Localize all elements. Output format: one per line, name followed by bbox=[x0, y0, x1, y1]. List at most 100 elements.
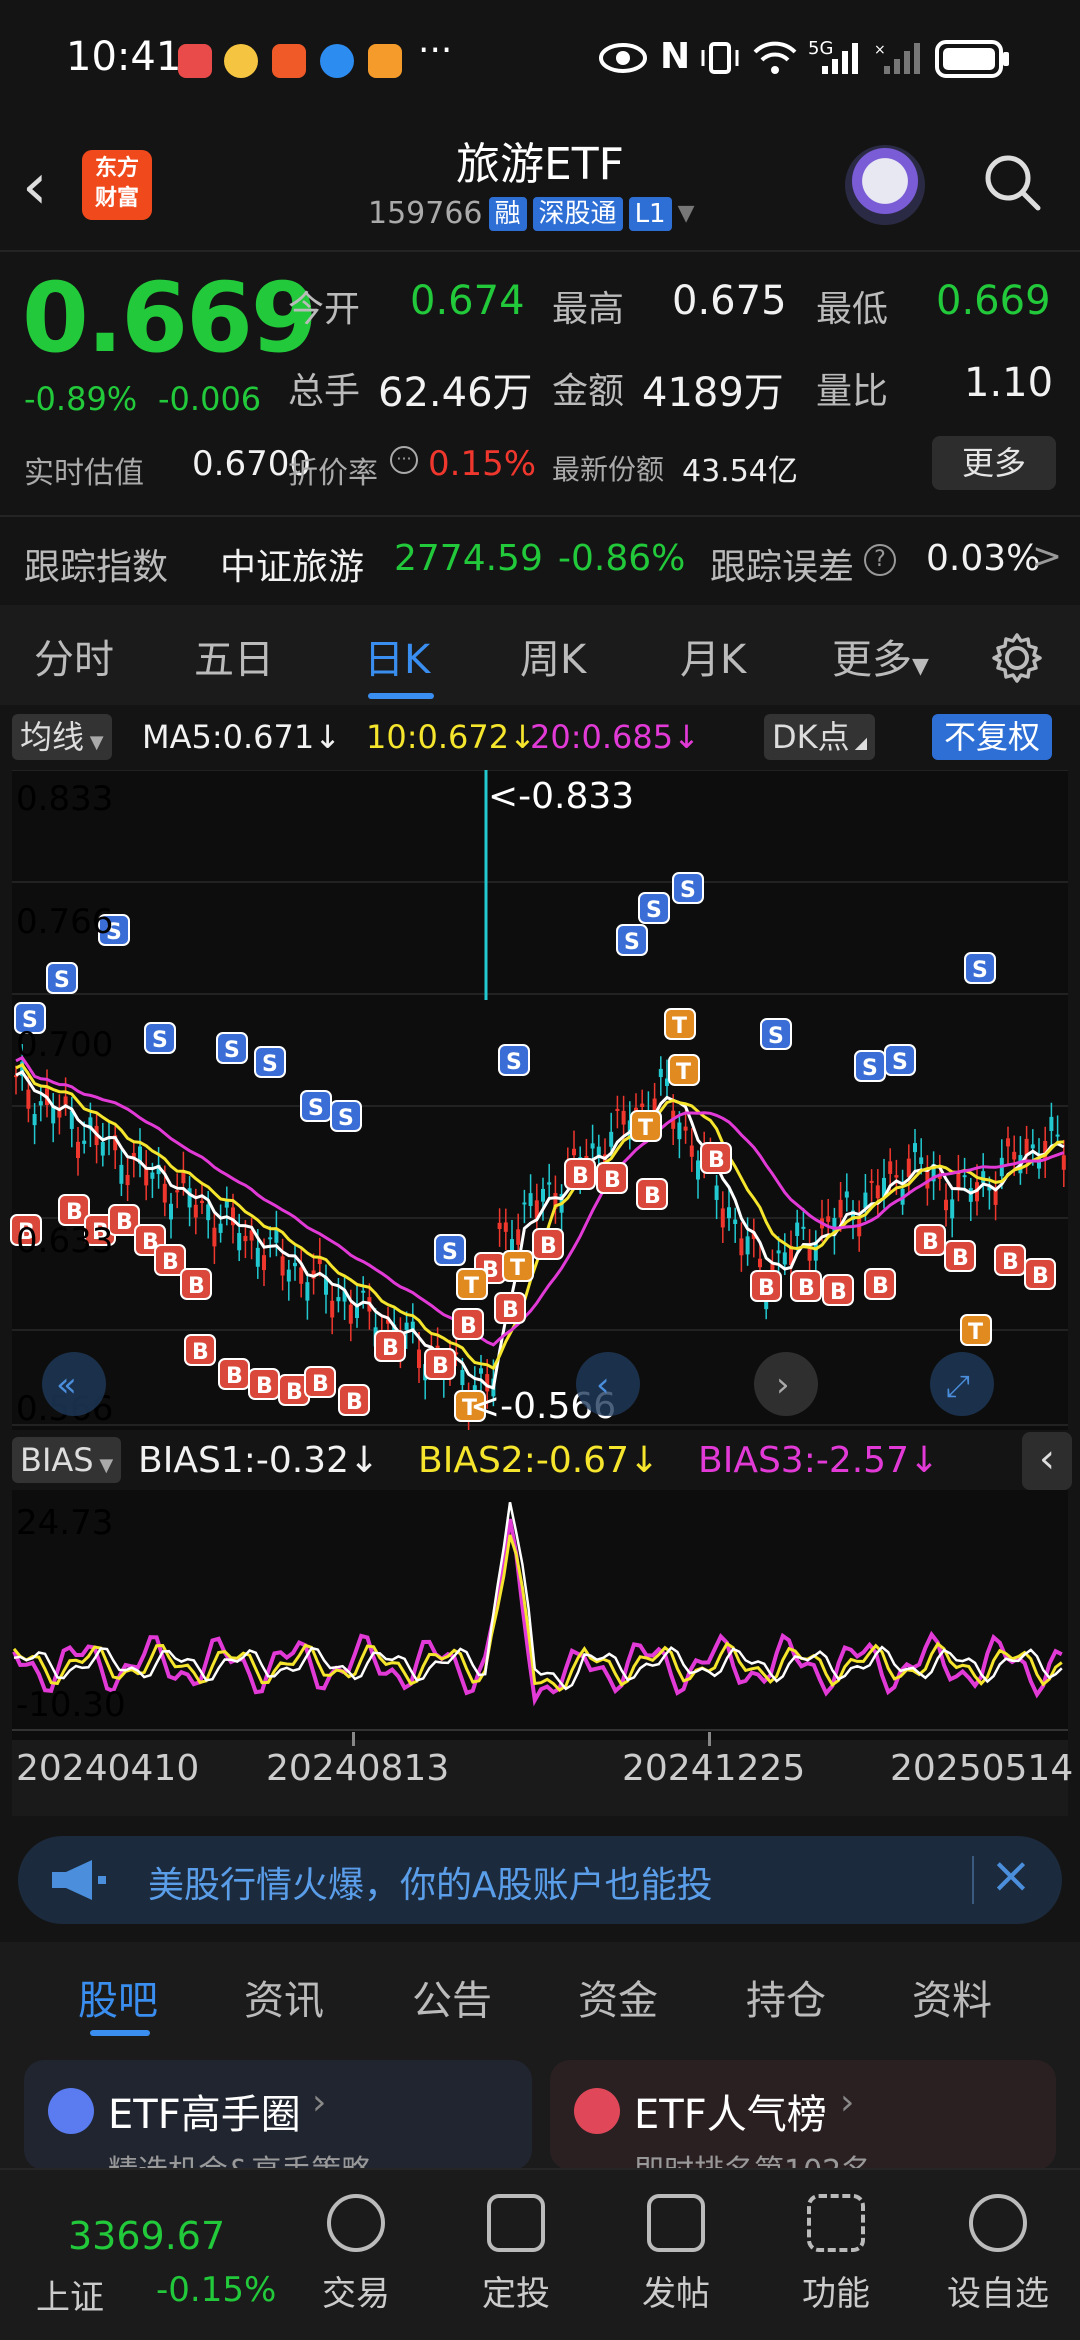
tab-weekly-k[interactable]: 周K bbox=[520, 627, 586, 685]
tab-more[interactable]: 更多▼ bbox=[832, 627, 929, 685]
status-bar: 10:41 ··· N 5G × bbox=[0, 0, 1080, 120]
info-icon[interactable]: ··· bbox=[390, 446, 418, 474]
axis-l3: 0.700 bbox=[16, 1025, 113, 1065]
nav-invest-plan[interactable]: 定投 bbox=[456, 2194, 576, 2315]
tab-news[interactable]: 资讯 bbox=[244, 1968, 324, 2026]
tab-five-day[interactable]: 五日 bbox=[194, 627, 274, 685]
battery-icon bbox=[935, 40, 1009, 78]
shares-value: 43.54亿 bbox=[682, 454, 798, 489]
max-tag: <-0.833 bbox=[488, 776, 634, 817]
kline-chart[interactable]: SSSS SSS SSSSSSSS SSBBB BBBBBB B B BBBBBBBBB BBB… bbox=[0, 770, 1080, 1430]
candle-body bbox=[795, 1222, 800, 1236]
candle-body bbox=[361, 1290, 366, 1293]
axis-l2: 0.766 bbox=[16, 902, 113, 942]
candle-body bbox=[330, 1300, 335, 1318]
candle-body bbox=[175, 1190, 180, 1193]
tab-holdings[interactable]: 持仓 bbox=[746, 1968, 826, 2026]
axis-top: 0.833 bbox=[16, 779, 113, 819]
signal-marker-label: B bbox=[188, 1274, 205, 1299]
tab-monthly-k[interactable]: 月K bbox=[680, 627, 746, 685]
nav-post[interactable]: 发帖 bbox=[616, 2194, 736, 2315]
candle-body bbox=[286, 1269, 291, 1282]
nav-add-watchlist[interactable]: 设自选 bbox=[938, 2194, 1058, 2315]
candle-body bbox=[268, 1237, 273, 1240]
card-etf-experts[interactable]: ETF高手圈 › 精选机会&高手策略 bbox=[24, 2060, 532, 2189]
search-icon[interactable] bbox=[980, 150, 1044, 214]
candle-body bbox=[76, 1141, 80, 1159]
index-name: 上证 bbox=[36, 2278, 104, 2318]
adjust-button[interactable]: 不复权 bbox=[932, 714, 1053, 760]
candle-body bbox=[590, 1143, 595, 1149]
stock-code-row[interactable]: 159766 融 深股通 L1 ▼ bbox=[368, 196, 695, 231]
tab-funds[interactable]: 资金 bbox=[578, 1968, 658, 2026]
signal-marker-label: B bbox=[1032, 1264, 1049, 1289]
tracking-row[interactable]: 跟踪指数 中证旅游 2774.59 -0.86% 跟踪误差 ? 0.03% > bbox=[0, 520, 1080, 604]
signal-marker-label: B bbox=[798, 1276, 815, 1301]
tab-forum[interactable]: 股吧 bbox=[78, 1968, 158, 2026]
candle-body bbox=[193, 1204, 198, 1218]
signal-marker-label: B bbox=[644, 1184, 661, 1209]
tab-announcements[interactable]: 公告 bbox=[412, 1968, 492, 2026]
nav-functions[interactable]: 功能 bbox=[776, 2194, 896, 2315]
candle-body bbox=[919, 1157, 924, 1164]
candle-body bbox=[169, 1203, 173, 1220]
signal-marker-label: S bbox=[262, 1052, 278, 1077]
card-etf-ranking[interactable]: ETF人气榜 › 即时排名第102名 bbox=[550, 2060, 1056, 2189]
index-value: 3369.67 bbox=[68, 2214, 226, 2258]
candle-body bbox=[528, 1193, 533, 1207]
signal-marker-label: B bbox=[162, 1250, 179, 1275]
high-label: 最高 bbox=[552, 289, 625, 330]
candle-body bbox=[1012, 1151, 1017, 1160]
tab-daily-k[interactable]: 日K bbox=[364, 627, 430, 685]
signal-marker-label: S bbox=[308, 1096, 324, 1121]
megaphone-icon bbox=[52, 1860, 106, 1900]
candle-body bbox=[541, 1188, 545, 1202]
shares-label: 最新份额 bbox=[552, 453, 665, 486]
candle-body bbox=[150, 1172, 155, 1179]
signal-marker-label: S bbox=[680, 878, 696, 903]
close-icon[interactable]: × bbox=[990, 1846, 1032, 1904]
eye-icon bbox=[599, 43, 647, 73]
collapse-button[interactable]: ‹ bbox=[1022, 1432, 1072, 1490]
candle-body bbox=[218, 1223, 223, 1233]
assistant-robot-icon[interactable] bbox=[845, 145, 925, 225]
candle-body bbox=[733, 1219, 738, 1225]
candle-body bbox=[243, 1235, 248, 1242]
candle-body bbox=[262, 1255, 266, 1271]
candle-body bbox=[206, 1204, 211, 1221]
candle-body bbox=[615, 1108, 620, 1111]
candle-body bbox=[758, 1258, 762, 1268]
gear-icon[interactable] bbox=[990, 631, 1044, 685]
promo-banner[interactable]: 美股行情火爆，你的A股账户也能投 × bbox=[18, 1836, 1062, 1924]
vol-ratio-value: 1.10 bbox=[964, 360, 1054, 406]
candle-body bbox=[683, 1126, 688, 1131]
discount-label: 折价率 bbox=[288, 456, 378, 491]
amount-value: 4189万 bbox=[642, 370, 784, 416]
chart-bg bbox=[12, 1490, 1068, 1740]
index-change: -0.15% bbox=[156, 2270, 277, 2310]
yen-icon bbox=[327, 2194, 385, 2252]
discount-value: 0.15% bbox=[428, 444, 537, 484]
high-value: 0.675 bbox=[672, 278, 787, 324]
chevron-right-icon: › bbox=[312, 2082, 327, 2123]
stock-code: 159766 bbox=[368, 196, 483, 231]
candle-body bbox=[497, 1222, 502, 1230]
tab-profile[interactable]: 资料 bbox=[912, 1968, 992, 2026]
bias-chart[interactable]: 24.73 -10.30 bbox=[0, 1490, 1080, 1740]
tab-intraday[interactable]: 分时 bbox=[34, 627, 114, 685]
help-icon[interactable]: ? bbox=[864, 544, 896, 576]
more-button[interactable]: 更多 bbox=[932, 436, 1056, 490]
chevron-right-icon: > bbox=[1032, 536, 1063, 577]
signal-marker-label: B bbox=[312, 1372, 329, 1397]
tracking-change: -0.86% bbox=[558, 538, 686, 579]
nav-trade[interactable]: 交易 bbox=[296, 2194, 416, 2315]
signal-marker-label: B bbox=[382, 1336, 399, 1361]
signal-marker-label: B bbox=[226, 1364, 243, 1389]
candle-body bbox=[57, 1110, 62, 1118]
candle-body bbox=[460, 1369, 465, 1386]
dk-point-button[interactable]: DK点 ◢ bbox=[764, 714, 876, 760]
date-label: 20241225 bbox=[622, 1748, 806, 1789]
bias-select[interactable]: BIAS ▼ bbox=[12, 1437, 122, 1483]
indicator-select[interactable]: 均线 ▼ bbox=[12, 714, 112, 760]
card-title: ETF高手圈 bbox=[108, 2092, 301, 2138]
